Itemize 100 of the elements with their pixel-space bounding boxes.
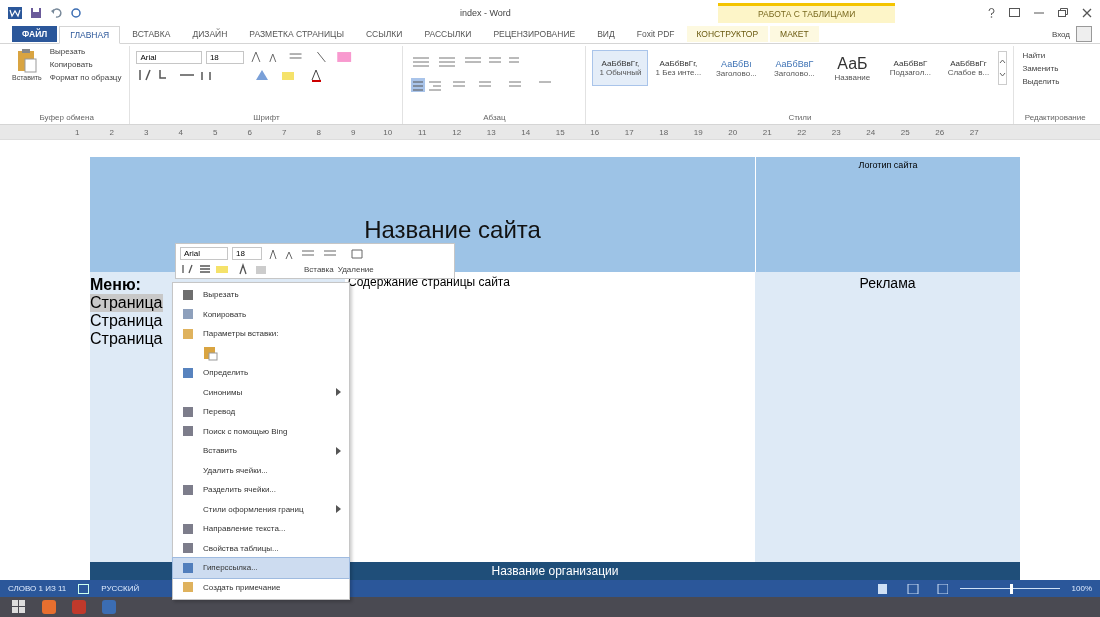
user-avatar-icon[interactable] — [1076, 26, 1092, 43]
ruler-number: 16 — [589, 127, 601, 137]
group-label: Стили — [787, 113, 813, 125]
sign-in-link[interactable]: Вход — [1051, 29, 1070, 39]
ruler-number: 27 — [968, 127, 980, 137]
editing-button[interactable]: Заменить — [1020, 63, 1090, 74]
context-menu-item[interactable]: Вставить — [173, 441, 349, 461]
menu-item-icon — [182, 308, 194, 321]
context-menu-item[interactable]: Свойства таблицы... — [173, 538, 349, 558]
insert-button[interactable]: Вставка — [304, 264, 334, 274]
start-icon[interactable] — [12, 600, 26, 615]
context-menu-item[interactable]: Копировать — [173, 304, 349, 324]
ribbon-display-icon[interactable] — [1009, 8, 1020, 18]
context-menu-item[interactable]: Синонимы — [173, 382, 349, 402]
font-size-field[interactable]: 18 — [205, 50, 244, 64]
ruler-number: 15 — [554, 127, 566, 137]
context-menu-item[interactable]: Гиперссылка... — [173, 558, 349, 578]
menu-title: Меню: — [90, 275, 141, 294]
proofing-icon[interactable] — [78, 583, 90, 594]
ribbon-tab[interactable]: РАЗМЕТКА СТРАНИЦЫ — [239, 26, 354, 43]
ribbon-tab[interactable]: КОНСТРУКТОР — [686, 26, 769, 43]
ribbon-tab[interactable]: РАССЫЛКИ — [414, 26, 482, 43]
menu-item-icon — [182, 581, 194, 594]
site-title: Название сайта — [364, 215, 541, 244]
context-menu-item[interactable]: Перевод — [173, 402, 349, 422]
style-preset[interactable]: АаБбВвГ Заголово... — [766, 50, 823, 86]
context-menu-item[interactable]: Создать примечание — [173, 577, 349, 597]
context-menu-item[interactable]: Определить — [173, 363, 349, 383]
font-name-field[interactable]: Arial — [136, 50, 202, 64]
ribbon-tab[interactable]: ФАЙЛ — [12, 26, 58, 43]
window-title: index - Word — [460, 8, 511, 18]
ruler-number: 17 — [623, 127, 635, 137]
ribbon-tab[interactable]: Foxit PDF — [626, 26, 685, 43]
context-menu-item[interactable]: Поиск с помощью Bing — [173, 421, 349, 441]
ribbon-tab[interactable]: ГЛАВНАЯ — [59, 26, 121, 45]
style-preset[interactable]: АаБбВвГ Подзагол... — [882, 50, 939, 86]
clipboard-icon — [15, 48, 38, 74]
paste-option-icon[interactable] — [203, 345, 219, 362]
undo-icon[interactable] — [50, 6, 62, 19]
context-menu-item[interactable]: Разделить ячейки... — [173, 480, 349, 500]
context-tab-group-label: РАБОТА С ТАБЛИЦАМИ — [718, 2, 896, 23]
font-name-field[interactable]: Arial — [180, 247, 228, 260]
ribbon-tab[interactable]: РЕЦЕНЗИРОВАНИЕ — [483, 26, 586, 43]
ruler-number: 2 — [108, 127, 115, 137]
clipboard-button[interactable]: Вырезать — [47, 46, 124, 57]
help-icon[interactable] — [988, 7, 995, 18]
style-preset[interactable]: АаБ Название — [824, 50, 881, 86]
ruler-number: 22 — [796, 127, 808, 137]
context-menu-item[interactable]: Удалить ячейки... — [173, 460, 349, 480]
ruler-number: 23 — [830, 127, 842, 137]
style-preset[interactable]: АаБбВı Заголово... — [708, 50, 765, 86]
submenu-arrow-icon — [336, 446, 341, 455]
clipboard-button[interactable]: Формат по образцу — [47, 72, 124, 83]
ruler-number: 7 — [281, 127, 288, 137]
ruler-number: 18 — [658, 127, 670, 137]
word-logo-icon[interactable] — [8, 6, 22, 19]
ribbon-tab[interactable]: ССЫЛКИ — [355, 26, 413, 43]
save-icon[interactable] — [30, 6, 42, 19]
ribbon-tab[interactable]: МАКЕТ — [770, 26, 819, 43]
logo-text: Логотип сайта — [858, 159, 918, 170]
style-preset[interactable]: АаБбВвГг, 1 Без инте... — [650, 50, 707, 86]
ruler-number: 25 — [899, 127, 911, 137]
language-indicator[interactable]: РУССКИЙ — [101, 584, 140, 594]
submenu-arrow-icon — [336, 388, 341, 397]
style-preset[interactable]: АаБбВвГг, 1 Обычный — [592, 50, 649, 86]
menu-item-icon — [182, 425, 194, 438]
font-size-field[interactable]: 18 — [232, 247, 262, 260]
menu-page-text: Страница — [90, 293, 163, 312]
ribbon-tab[interactable]: ВСТАВКА — [122, 26, 181, 43]
context-menu-item[interactable]: Вырезать — [173, 285, 349, 305]
close-icon[interactable] — [1082, 7, 1092, 18]
word-count[interactable]: СЛОВО 1 ИЗ 11 — [8, 584, 67, 594]
clipboard-button[interactable]: Копировать — [47, 59, 124, 70]
context-menu-item[interactable]: Направление текста... — [173, 519, 349, 539]
ribbon-tab[interactable]: ВИД — [587, 26, 625, 43]
style-preset[interactable]: АаБбВвГг Слабое в... — [940, 50, 997, 86]
menu-item-icon — [182, 288, 194, 301]
delete-button[interactable]: Удаление — [337, 264, 374, 274]
ruler-number: 6 — [246, 127, 253, 137]
ruler-number: 8 — [315, 127, 322, 137]
gallery-scroll-icon[interactable] — [998, 51, 1008, 85]
taskbar-app-icon[interactable] — [42, 600, 56, 615]
view-modes-drawing[interactable] — [877, 583, 948, 594]
group-label: Редактирование — [1023, 113, 1087, 125]
editing-button[interactable]: Выделить — [1020, 76, 1090, 87]
context-menu-item[interactable]: Параметры вставки: — [173, 324, 349, 344]
zoom-slider[interactable] — [959, 583, 1060, 594]
ruler-number: 9 — [350, 127, 357, 137]
menu-item-icon — [182, 405, 194, 418]
editing-button[interactable]: Найти — [1020, 50, 1090, 61]
ruler-number: 10 — [382, 127, 394, 137]
ribbon-tab[interactable]: ДИЗАЙН — [182, 26, 238, 43]
zoom-level[interactable]: 100% — [1071, 584, 1092, 594]
restore-icon[interactable] — [1058, 8, 1068, 18]
ruler-number: 3 — [143, 127, 150, 137]
ads-text: Реклама — [859, 274, 916, 291]
context-menu-item[interactable]: Стили оформления границ — [173, 499, 349, 519]
group-label: Буфер обмена — [38, 113, 95, 125]
menu-item-icon — [182, 483, 194, 496]
ruler-number: 4 — [177, 127, 184, 137]
